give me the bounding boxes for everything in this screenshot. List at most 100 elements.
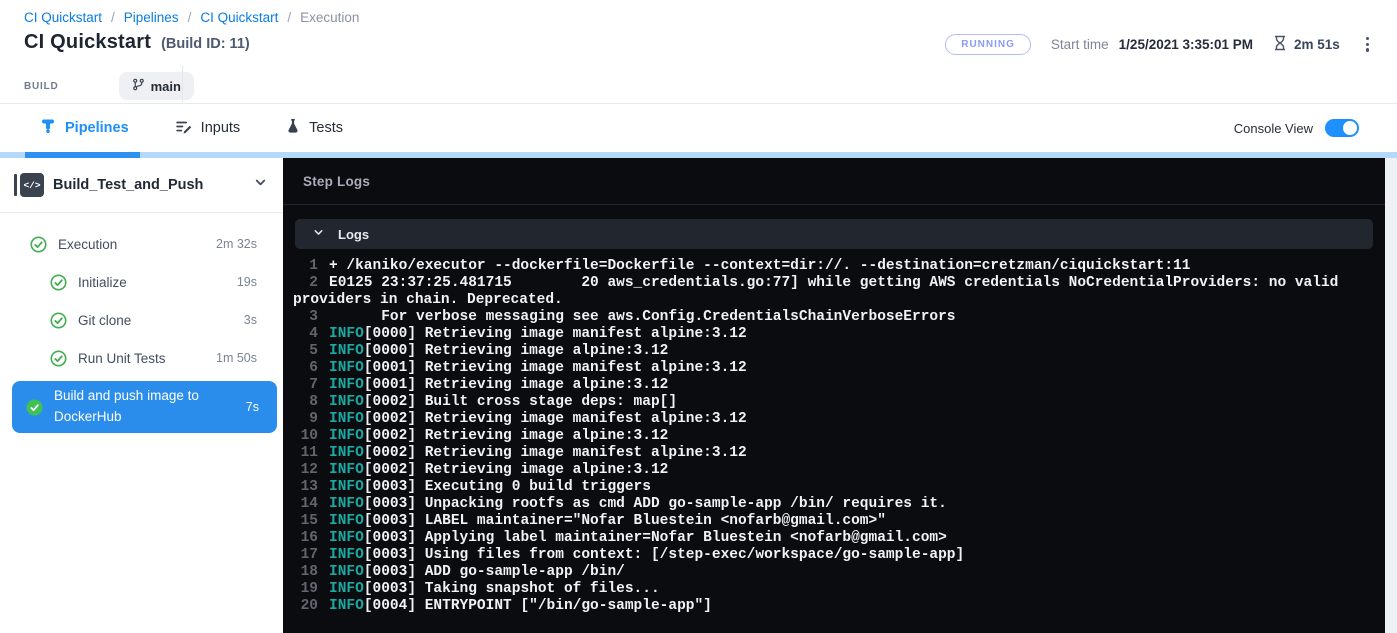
breadcrumb-pipeline[interactable]: CI Quickstart [200,10,278,25]
log-text: [0002] Built cross stage deps: map[] [364,394,677,410]
tab-tests[interactable]: Tests [286,118,343,138]
stage-header[interactable]: </> Build_Test_and_Push [0,158,283,212]
line-number: 17 [293,547,318,564]
log-level-tag: INFO [329,564,364,580]
log-line: 19INFO[0003] Taking snapshot of files... [293,581,1343,598]
log-line: 3 For verbose messaging see aws.Config.C… [293,309,1343,326]
log-level-tag: INFO [329,479,364,495]
code-stage-icon: </> [20,173,44,197]
line-number: 16 [293,530,318,547]
more-options-button[interactable] [1360,33,1375,56]
line-number: 19 [293,581,318,598]
divider [182,66,183,102]
pipeline-icon [40,118,56,138]
breadcrumb: CI Quickstart / Pipelines / CI Quickstar… [24,10,359,25]
step-duration: 19s [229,275,257,289]
log-line: 7 INFO[0001] Retrieving image alpine:3.12 [293,377,1343,394]
breadcrumb-separator: / [111,10,115,25]
breadcrumb-project[interactable]: CI Quickstart [24,10,102,25]
log-level-tag: INFO [329,377,364,393]
step-label: Initialize [78,275,127,290]
log-line: 14 INFO[0003] Unpacking rootfs as cmd ADD… [293,496,1343,513]
log-text: [0003] Using files from context: [/step-… [364,547,964,563]
breadcrumb-separator: / [287,10,291,25]
line-number: 10 [293,428,318,445]
console-view-toggle[interactable] [1325,119,1359,137]
line-number: 14 [293,496,318,513]
status-badge: RUNNING [945,34,1031,55]
start-time-value: 1/25/2021 3:35:01 PM [1119,37,1253,52]
log-line: 18INFO[0003] ADD go-sample-app /bin/ [293,564,1343,581]
sidebar-step[interactable]: Run Unit Tests 1m 50s [0,339,283,377]
breadcrumb-pipelines[interactable]: Pipelines [124,10,179,25]
start-time: Start time 1/25/2021 3:35:01 PM [1051,37,1253,52]
log-line: 1+ /kaniko/executor --dockerfile=Dockerf… [293,258,1343,275]
build-label: BUILD [24,81,59,92]
step-duration: 2m 32s [208,237,257,251]
line-number: 7 [293,377,318,394]
log-level-tag: INFO [329,428,364,444]
log-text: [0000] Retrieving image manifest alpine:… [364,326,747,342]
log-line: 10INFO[0002] Retrieving image alpine:3.1… [293,428,1343,445]
header-right: RUNNING Start time 1/25/2021 3:35:01 PM … [945,33,1375,56]
log-line: 5INFO[0000] Retrieving image alpine:3.12 [293,343,1343,360]
sidebar-step[interactable]: Initialize 19s [0,263,283,301]
step-logs-panel: Step Logs Logs 1+ /kaniko/executor --doc… [283,158,1385,633]
line-number: 18 [293,564,318,581]
step-duration: 1m 50s [208,351,257,365]
chevron-down-icon[interactable] [254,176,267,194]
line-number: 15 [293,513,318,530]
stage-icon-bar [14,174,17,196]
log-level-tag: INFO [329,496,364,512]
step-logs-header: Step Logs [283,158,1385,205]
step-label: Run Unit Tests [78,351,166,366]
line-number: 9 [293,411,318,428]
log-line: 2E0125 23:37:25.481715 20 aws_credential… [293,275,1343,309]
logs-section-label: Logs [338,227,369,242]
line-number: 2 [293,275,318,292]
duration-value: 2m 51s [1294,37,1340,52]
line-number: 11 [293,445,318,462]
sidebar-step[interactable]: Git clone 3s [0,301,283,339]
success-check-icon [26,399,43,416]
log-text: [0003] Executing 0 build triggers [364,479,651,495]
log-level-tag: INFO [329,343,364,359]
line-number: 3 [293,309,318,326]
log-text: [0002] Retrieving image manifest alpine:… [364,445,747,461]
build-row: BUILD main [24,72,194,100]
logs-section-toggle[interactable]: Logs [295,219,1373,249]
log-text: [0003] Unpacking rootfs as cmd ADD go-sa… [364,496,947,512]
log-level-tag: INFO [329,326,364,342]
log-text: [0001] Retrieving image alpine:3.12 [364,377,669,393]
line-number: 13 [293,479,318,496]
line-number: 4 [293,326,318,343]
success-check-icon [50,274,67,291]
line-number: 8 [293,394,318,411]
line-number: 20 [293,598,318,615]
log-text: [0003] LABEL maintainer="Nofar Bluestein… [364,513,886,529]
log-line: 17 INFO[0003] Using files from context: [… [293,547,1343,564]
breadcrumb-separator: / [188,10,192,25]
log-lines[interactable]: 1+ /kaniko/executor --dockerfile=Dockerf… [283,258,1385,615]
success-check-icon [50,350,67,367]
step-duration: 3s [236,313,257,327]
log-line: 20INFO[0004] ENTRYPOINT ["/bin/go-sample… [293,598,1343,615]
log-level-tag: INFO [329,360,364,376]
log-level-tag: INFO [329,547,364,563]
title-row: CI Quickstart (Build ID: 11) [24,31,250,54]
log-line: 6 INFO[0001] Retrieving image manifest al… [293,360,1343,377]
log-text: [0001] Retrieving image manifest alpine:… [364,360,747,376]
tab-inputs[interactable]: Inputs [175,118,241,139]
sidebar-step[interactable]: Execution 2m 32s [0,225,283,263]
tab-pipelines[interactable]: Pipelines [40,118,129,138]
tab-label: Inputs [201,120,241,136]
line-number: 6 [293,360,318,377]
flask-icon [286,118,300,138]
console-view-control: Console View [1234,104,1359,152]
stage-name: Build_Test_and_Push [53,177,203,193]
log-text: [0003] Taking snapshot of files... [364,581,660,597]
sidebar-step[interactable]: Build and push image to DockerHub 7s [12,381,277,433]
log-level-tag: INFO [329,513,364,529]
log-line: 16INFO[0003] Applying label maintainer=N… [293,530,1343,547]
success-check-icon [50,312,67,329]
